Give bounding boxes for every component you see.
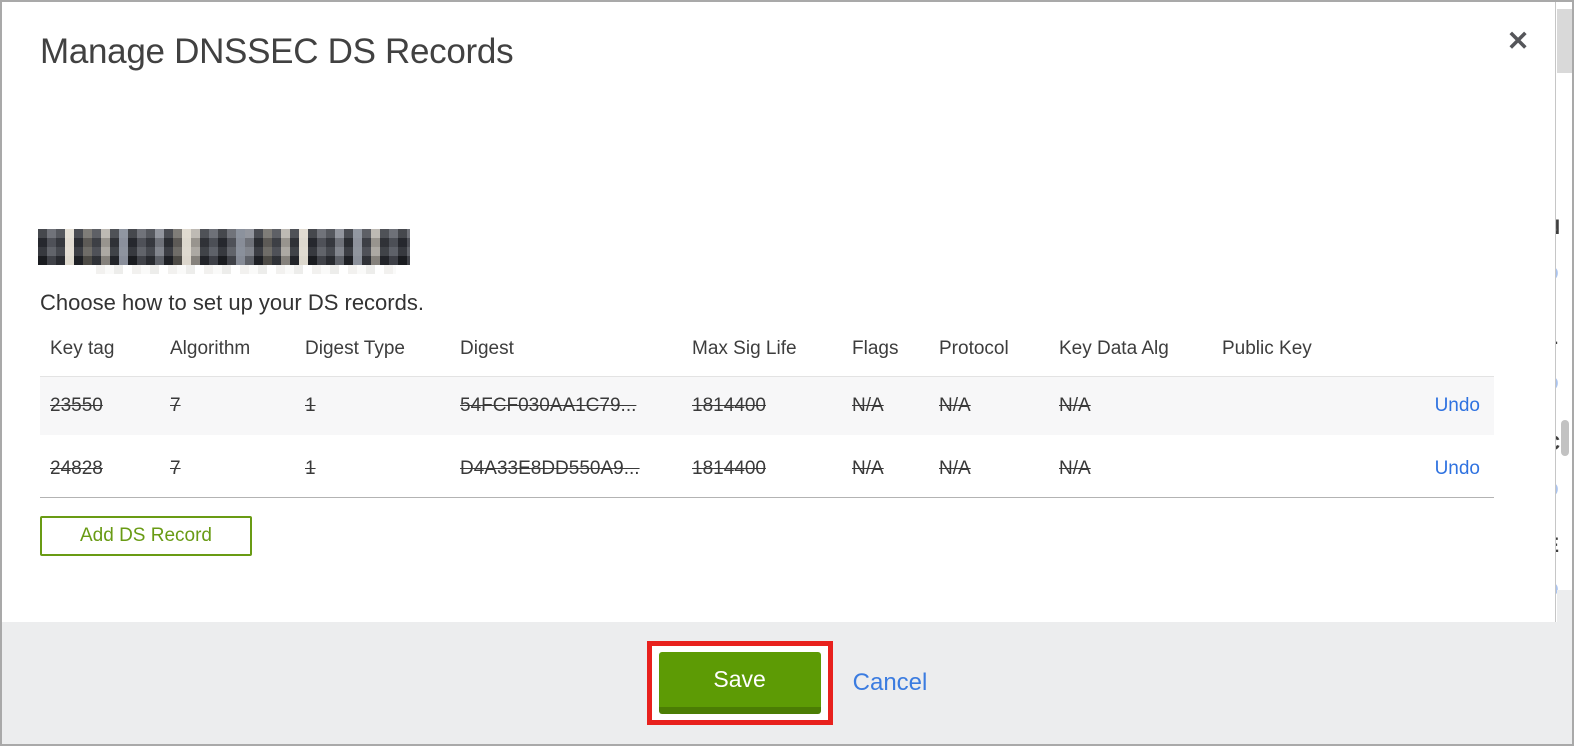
undo-link[interactable]: Undo — [1435, 458, 1480, 479]
cell-max-sig-life: 1814400 — [692, 395, 766, 416]
column-header-max-sig-life: Max Sig Life — [692, 338, 797, 359]
background-gray-block — [1557, 590, 1572, 622]
instruction-text: Choose how to set up your DS records. — [40, 290, 424, 315]
table-header-row: Key tag Algorithm Digest Type Digest Max… — [40, 334, 1494, 376]
cancel-link[interactable]: Cancel — [853, 669, 928, 697]
column-header-algorithm: Algorithm — [170, 338, 251, 359]
cell-digest: D4A33E8DD550A9... — [460, 458, 640, 479]
close-icon[interactable]: ✕ — [1501, 24, 1535, 58]
column-header-digest: Digest — [460, 338, 514, 359]
background-page-sliver: sdNDLDCDED — [1555, 2, 1572, 622]
background-text-fragment: D — [1556, 480, 1572, 502]
cell-flags: N/A — [852, 395, 884, 416]
scrollbar-thumb — [1561, 420, 1569, 456]
column-header-key-tag: Key tag — [50, 338, 115, 359]
background-text-fragment: d — [1556, 124, 1572, 146]
cell-algorithm: 7 — [170, 458, 181, 479]
modal-footer: Save Cancel — [2, 622, 1572, 744]
background-gray-block — [1557, 9, 1572, 73]
cell-max-sig-life: 1814400 — [692, 458, 766, 479]
cell-digest-type: 1 — [305, 395, 316, 416]
cell-digest: 54FCF030AA1C79... — [460, 395, 637, 416]
background-text-fragment: E — [1556, 534, 1572, 558]
ds-records-table: Key tag Algorithm Digest Type Digest Max… — [40, 334, 1494, 498]
column-header-public-key: Public Key — [1222, 338, 1312, 359]
cell-key-data-alg: N/A — [1059, 458, 1091, 479]
background-text-fragment: D — [1556, 374, 1572, 396]
dnssec-modal: Manage DNSSEC DS Records ✕ Choose how to… — [0, 0, 1574, 746]
cell-digest-type: 1 — [305, 458, 316, 479]
domain-name-redacted — [38, 229, 410, 274]
table-row: 24828 7 1 D4A33E8DD550A9... 1814400 N/A … — [40, 441, 1494, 498]
cell-key-tag: 23550 — [50, 395, 103, 416]
add-ds-record-button[interactable]: Add DS Record — [40, 516, 252, 556]
page-title: Manage DNSSEC DS Records — [40, 32, 514, 71]
column-header-protocol: Protocol — [939, 338, 1009, 359]
cell-protocol: N/A — [939, 458, 971, 479]
annotation-rectangle: Save — [646, 641, 833, 725]
cell-key-data-alg: N/A — [1059, 395, 1091, 416]
cell-key-tag: 24828 — [50, 458, 103, 479]
table-row: 23550 7 1 54FCF030AA1C79... 1814400 N/A … — [40, 376, 1494, 435]
undo-link[interactable]: Undo — [1435, 395, 1480, 416]
background-text-fragment: D — [1556, 264, 1572, 286]
cell-flags: N/A — [852, 458, 884, 479]
column-header-key-data-alg: Key Data Alg — [1059, 338, 1169, 359]
background-text-fragment: N — [1556, 216, 1572, 240]
column-header-flags: Flags — [852, 338, 899, 359]
cell-algorithm: 7 — [170, 395, 181, 416]
save-button[interactable]: Save — [658, 652, 821, 714]
column-header-digest-type: Digest Type — [305, 338, 405, 359]
background-text-fragment: s — [1556, 78, 1572, 102]
cell-protocol: N/A — [939, 395, 971, 416]
background-text-fragment: L — [1556, 326, 1572, 350]
